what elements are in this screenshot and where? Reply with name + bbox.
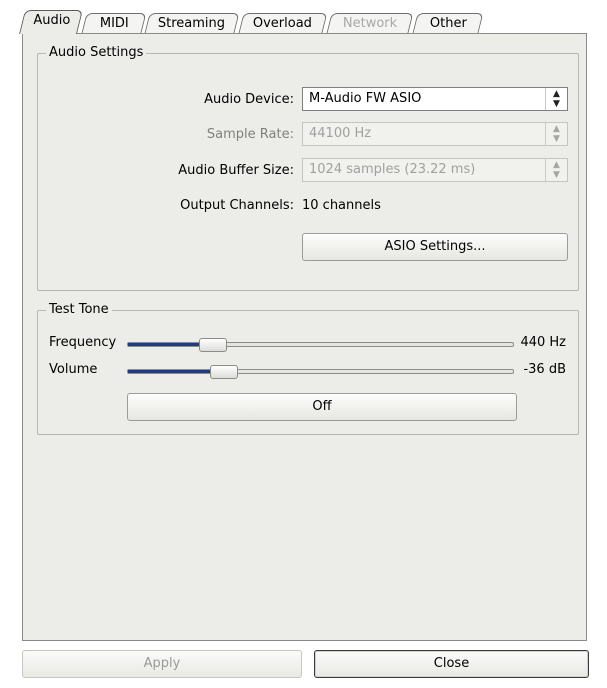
- buffer-size-select: 1024 samples (23.22 ms) ▲ ▼: [302, 158, 568, 182]
- volume-label: Volume: [49, 362, 98, 377]
- sample-rate-select: 44100 Hz ▲ ▼: [302, 122, 568, 146]
- sample-rate-label: Sample Rate:: [206, 127, 294, 142]
- close-button[interactable]: Close: [314, 650, 589, 678]
- test-tone-title: Test Tone: [46, 302, 112, 318]
- up-down-arrows-icon: ▲ ▼: [545, 123, 567, 145]
- tab-midi[interactable]: MIDI: [81, 13, 147, 33]
- output-channels-value: 10 channels: [302, 198, 381, 213]
- audio-device-label: Audio Device:: [204, 92, 294, 107]
- tab-overload[interactable]: Overload: [238, 13, 328, 33]
- volume-slider[interactable]: [127, 365, 514, 379]
- tab-other[interactable]: Other: [412, 13, 484, 33]
- asio-settings-button[interactable]: ASIO Settings...: [302, 233, 568, 261]
- tab-network: Network: [326, 13, 414, 33]
- frequency-slider-thumb[interactable]: [199, 338, 227, 352]
- apply-button: Apply: [22, 650, 302, 678]
- test-tone-group: Test Tone Frequency 440 Hz Volume -36 dB…: [37, 302, 579, 435]
- sample-rate-value: 44100 Hz: [309, 126, 372, 141]
- audio-device-select[interactable]: M-Audio FW ASIO ▲ ▼: [302, 87, 568, 111]
- up-down-arrows-icon: ▲ ▼: [545, 159, 567, 181]
- frequency-slider[interactable]: [127, 338, 514, 352]
- test-tone-toggle-button[interactable]: Off: [127, 393, 517, 421]
- buffer-size-label: Audio Buffer Size:: [178, 163, 294, 178]
- buffer-size-value: 1024 samples (23.22 ms): [309, 162, 476, 177]
- output-channels-label: Output Channels:: [180, 198, 294, 213]
- frequency-label: Frequency: [49, 335, 117, 350]
- frequency-value: 440 Hz: [520, 335, 566, 350]
- audio-settings-title: Audio Settings: [46, 45, 147, 61]
- audio-device-value: M-Audio FW ASIO: [309, 91, 422, 106]
- tab-streaming[interactable]: Streaming: [144, 13, 240, 33]
- preferences-window: Audio MIDI Streaming Overload Network Ot…: [0, 0, 607, 688]
- up-down-arrows-icon: ▲ ▼: [545, 88, 567, 110]
- tab-panel: Audio Settings Audio Device: M-Audio FW …: [22, 33, 587, 641]
- tab-audio[interactable]: Audio: [19, 10, 83, 34]
- audio-settings-group: Audio Settings Audio Device: M-Audio FW …: [37, 45, 579, 291]
- volume-value: -36 dB: [523, 362, 566, 377]
- tab-bar: Audio MIDI Streaming Overload Network Ot…: [19, 8, 582, 34]
- volume-slider-thumb[interactable]: [210, 365, 238, 379]
